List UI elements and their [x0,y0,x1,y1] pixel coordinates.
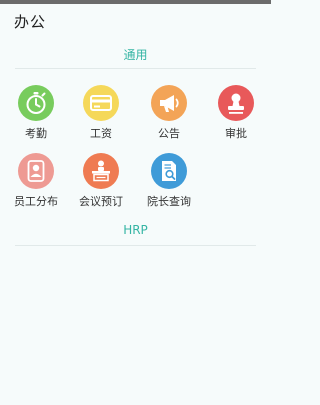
app-salary[interactable]: 工资 [71,85,131,149]
stamp-icon [218,85,254,121]
stopwatch-icon [18,85,54,121]
app-employee-distribution[interactable]: 员工分布 [6,153,66,217]
page-title: 办公 [14,13,47,31]
status-bar [0,0,271,4]
section-divider [15,245,256,246]
app-attendance[interactable]: 考勤 [6,85,66,149]
employee-profile-icon [18,153,54,189]
app-announcement[interactable]: 公告 [139,85,199,149]
app-label: 审批 [225,127,247,140]
app-director-query[interactable]: 院长查询 [139,153,199,217]
megaphone-icon [151,85,187,121]
card-icon [83,85,119,121]
section-header-general: 通用 [123,48,148,62]
app-approval[interactable]: 审批 [206,85,266,149]
meeting-icon [83,153,119,189]
section-header-hrp: HRP [123,223,148,237]
document-search-icon [151,153,187,189]
section-divider [15,68,256,69]
app-meeting-booking[interactable]: 会议预订 [71,153,131,217]
app-label: 院长查询 [147,195,191,208]
